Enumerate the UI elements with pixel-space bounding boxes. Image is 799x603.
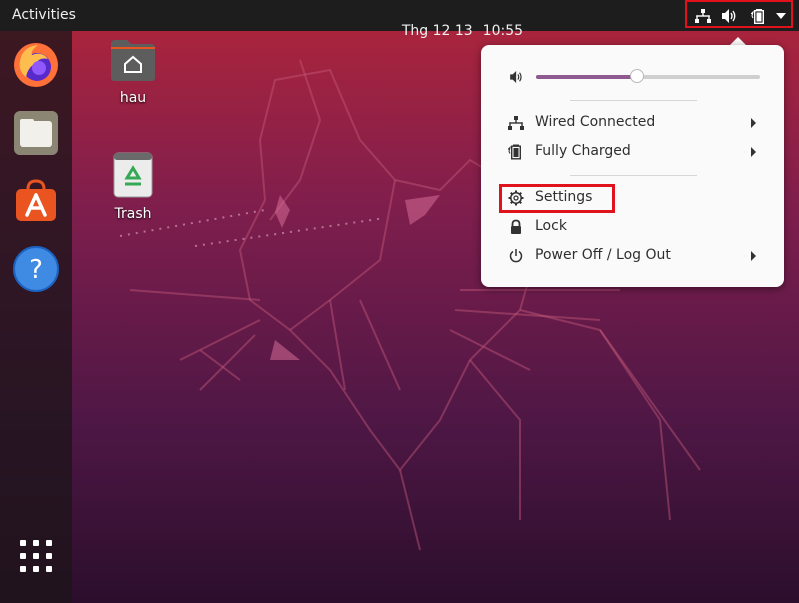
firefox-launcher[interactable] bbox=[12, 41, 60, 89]
desktop-icon-label: Trash bbox=[114, 206, 152, 222]
volume-icon bbox=[510, 71, 522, 83]
clock-time: 10:55 bbox=[482, 23, 524, 39]
dock: ? bbox=[0, 31, 72, 603]
menu-separator bbox=[570, 175, 697, 176]
volume-slider[interactable] bbox=[536, 69, 760, 83]
power-icon bbox=[509, 249, 523, 263]
desktop-icon-home[interactable]: hau bbox=[98, 38, 168, 106]
battery-icon bbox=[508, 144, 522, 160]
settings-highlight-box bbox=[499, 184, 615, 213]
menu-item-label: Fully Charged bbox=[535, 143, 631, 159]
help-launcher[interactable]: ? bbox=[12, 245, 60, 293]
system-tray-menu-button[interactable] bbox=[685, 0, 793, 28]
menu-item-label: Wired Connected bbox=[535, 114, 656, 130]
menu-item-label: Lock bbox=[535, 218, 567, 234]
menu-item-fully-charged[interactable]: Fully Charged bbox=[500, 139, 764, 165]
svg-text:?: ? bbox=[29, 255, 43, 285]
desktop-icon-label: hau bbox=[119, 90, 147, 106]
menu-item-label: Power Off / Log Out bbox=[535, 247, 671, 263]
network-wired-icon bbox=[508, 116, 524, 130]
menu-separator bbox=[570, 100, 697, 101]
volume-slider-fill bbox=[536, 75, 637, 79]
desktop-icon-trash[interactable]: Trash bbox=[98, 152, 168, 222]
trash-icon bbox=[113, 152, 153, 198]
top-bar: Activities Thg 12 13 10:55 bbox=[0, 0, 799, 39]
menu-item-lock[interactable]: Lock bbox=[500, 214, 764, 240]
lock-icon bbox=[511, 219, 521, 234]
app-grid-icon bbox=[20, 540, 52, 572]
software-store-icon bbox=[16, 179, 56, 221]
volume-icon bbox=[722, 9, 736, 23]
submenu-arrow-icon bbox=[751, 147, 756, 157]
battery-icon bbox=[751, 9, 765, 24]
network-wired-icon bbox=[695, 9, 711, 23]
volume-slider-handle[interactable] bbox=[629, 69, 644, 83]
activities-button[interactable]: Activities bbox=[12, 7, 76, 23]
menu-item-power-off-log-out[interactable]: Power Off / Log Out bbox=[500, 243, 764, 269]
home-folder-icon bbox=[111, 40, 155, 81]
dropdown-arrow-icon bbox=[776, 13, 786, 19]
menu-item-wired-connected[interactable]: Wired Connected bbox=[500, 110, 764, 136]
files-launcher[interactable] bbox=[12, 109, 60, 157]
submenu-arrow-icon bbox=[751, 251, 756, 261]
submenu-arrow-icon bbox=[751, 118, 756, 128]
show-applications-button[interactable] bbox=[20, 540, 52, 572]
firefox-icon bbox=[14, 43, 58, 87]
clock-date: Thg 12 13 bbox=[401, 23, 473, 39]
help-icon: ? bbox=[13, 246, 59, 292]
volume-row bbox=[508, 66, 768, 88]
software-store-launcher[interactable] bbox=[12, 177, 60, 225]
files-icon bbox=[14, 111, 58, 155]
